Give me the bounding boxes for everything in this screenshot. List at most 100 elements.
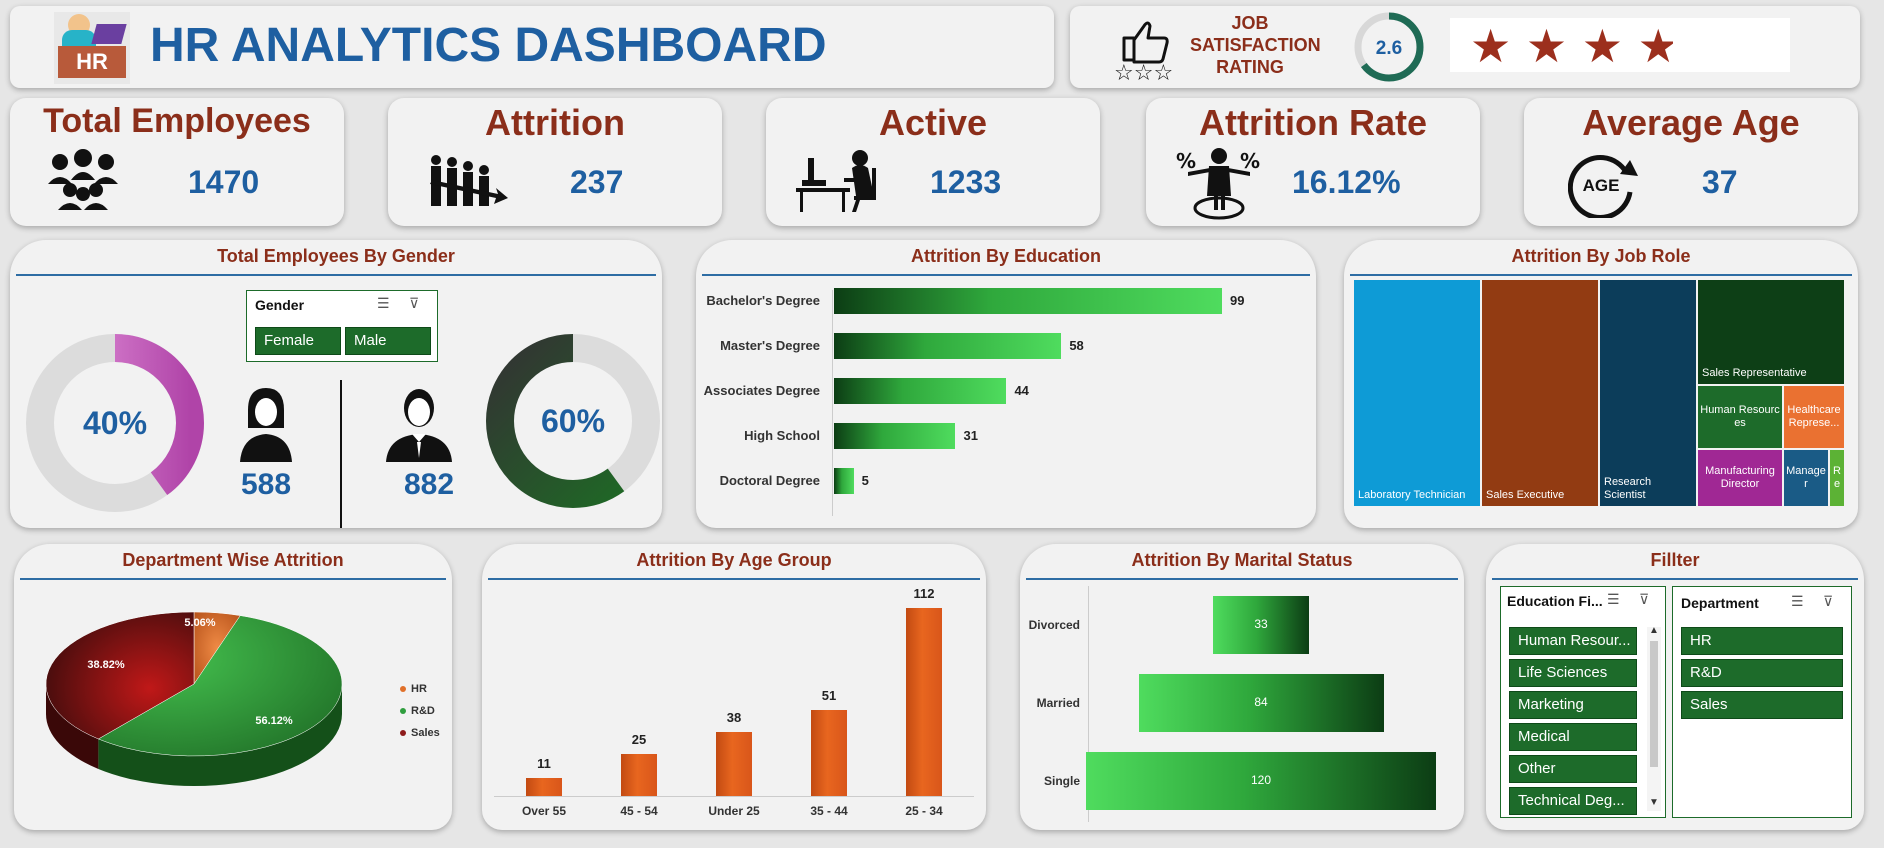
- clear-filter-icon[interactable]: ⊽: [1639, 591, 1649, 608]
- slicer-option-female[interactable]: Female: [255, 327, 341, 355]
- category-label: Over 55: [521, 804, 567, 818]
- filter-panel: Fillter Education Fi... ☰ ⊽ Human Resour…: [1486, 544, 1864, 830]
- hr-logo: HR: [54, 12, 130, 84]
- column: [906, 608, 942, 796]
- treemap-tile: Human Resources: [1698, 386, 1782, 448]
- category-label: Doctoral Degree: [719, 473, 820, 488]
- data-label: 11: [537, 755, 551, 771]
- kpi-value: 1233: [930, 164, 1002, 200]
- category-label: 25 - 34: [905, 804, 943, 818]
- male-donut: 60%: [486, 334, 660, 508]
- treemap-tile: Sales Representative: [1698, 280, 1844, 384]
- bar: [834, 378, 1007, 404]
- male-count: 882: [403, 468, 455, 501]
- kpi-average-age: Average Age AGE 37: [1524, 98, 1858, 226]
- kpi-attrition: Attrition 237: [388, 98, 722, 226]
- treemap-tile: Healthcare Represe...: [1784, 386, 1844, 448]
- slicer-title: Education Fi...: [1507, 593, 1603, 609]
- bar: [834, 333, 1062, 359]
- treemap-tile: Re: [1830, 450, 1844, 506]
- treemap-tile: Sales Executive: [1482, 280, 1598, 506]
- title-divider: [1350, 274, 1852, 276]
- slicer-scrollbar[interactable]: ▲ ▼: [1647, 625, 1661, 811]
- panel-title: Fillter: [1650, 550, 1700, 570]
- slicer-option[interactable]: Technical Deg...: [1509, 787, 1637, 815]
- jobrole-treemap: Laboratory Technician Sales Executive Rese…: [1354, 280, 1848, 520]
- gender-panel: Total Employees By Gender Gender ☰ ⊽ Fem…: [10, 240, 662, 528]
- kpi-value: 237: [570, 164, 624, 200]
- category-label: Under 25: [708, 804, 760, 818]
- tile-label: Sales Representative: [1702, 367, 1807, 379]
- department-panel: Department Wise Attrition 5.06% 56.12% 38.…: [14, 544, 452, 830]
- data-label: 58: [1069, 338, 1084, 353]
- tile-label: Re: [1833, 465, 1841, 490]
- treemap-tile: Manager: [1784, 450, 1828, 506]
- panel-title: Total Employees By Gender: [217, 246, 455, 266]
- slicer-option[interactable]: Medical: [1509, 723, 1637, 751]
- department-slicer: Department ☰ ⊽ HR R&D Sales: [1672, 586, 1852, 818]
- data-label: 84: [1254, 695, 1268, 709]
- scroll-thumb[interactable]: [1650, 641, 1658, 767]
- svg-text:☆☆☆: ☆☆☆: [1114, 61, 1173, 84]
- column: [811, 710, 847, 796]
- clear-filter-icon[interactable]: ⊽: [1823, 593, 1833, 610]
- tile-label: Research Scientist: [1604, 476, 1652, 501]
- category-label: Divorced: [1028, 618, 1080, 632]
- data-label: 112: [913, 586, 935, 601]
- star-rating-fill: ★ ★ ★ ★ ★: [1470, 24, 1673, 68]
- marital-panel: Attrition By Marital Status 33 Divorced 84…: [1020, 544, 1464, 830]
- legend-label: R&D: [411, 705, 435, 717]
- category-label: 35 - 44: [810, 804, 848, 818]
- treemap-tile: Manufacturing Director: [1698, 450, 1782, 506]
- gender-slicer: Gender ☰ ⊽ Female Male: [246, 290, 438, 362]
- svg-text:%: %: [1240, 149, 1260, 173]
- female-donut: 40%: [26, 334, 204, 512]
- kpi-label: Active: [878, 102, 988, 143]
- bar: [834, 423, 956, 449]
- title-divider: [16, 274, 656, 276]
- slicer-option[interactable]: R&D: [1681, 659, 1843, 687]
- age-cycle-icon: AGE: [1568, 155, 1638, 218]
- scroll-down-icon[interactable]: ▼: [1649, 797, 1659, 808]
- category-label: Bachelor's Degree: [706, 293, 820, 308]
- kpi-label: Total Employees: [43, 102, 311, 140]
- legend-item: R&D: [400, 700, 440, 722]
- column: [716, 732, 752, 796]
- slicer-option-male[interactable]: Male: [345, 327, 431, 355]
- kpi-label: Attrition: [485, 102, 625, 143]
- tile-label: Human Resources: [1700, 404, 1780, 429]
- panel-title: Department Wise Attrition: [122, 550, 344, 570]
- data-label: 51: [821, 688, 837, 704]
- treemap-tile: Research Scientist: [1600, 280, 1696, 506]
- job-sat-value: 2.6: [1376, 38, 1402, 59]
- department-pie-chart: 5.06% 56.12% 38.82%: [45, 611, 343, 786]
- slicer-option[interactable]: Human Resour...: [1509, 627, 1637, 655]
- slicer-option[interactable]: Other: [1509, 755, 1637, 783]
- data-label: 44: [1014, 383, 1029, 398]
- slicer-option[interactable]: HR: [1681, 627, 1843, 655]
- multi-select-icon[interactable]: ☰: [1607, 591, 1620, 608]
- slice-label: 56.12%: [255, 715, 293, 727]
- clear-filter-icon[interactable]: ⊽: [409, 295, 419, 312]
- star-rating: ★ ★ ★ ★ ★: [1450, 18, 1790, 72]
- slicer-option[interactable]: Life Sciences: [1509, 659, 1637, 687]
- panel-title: Attrition By Job Role: [1511, 246, 1691, 266]
- slicer-option[interactable]: Sales: [1681, 691, 1843, 719]
- tile-label: Healthcare Represe...: [1787, 404, 1841, 429]
- people-leaving-icon: [430, 155, 508, 206]
- dashboard-title: HR ANALYTICS DASHBOARD: [150, 19, 827, 72]
- education-bar-chart: Bachelor's Degree 99 Master's Degree 58 Asso…: [696, 240, 1316, 528]
- education-panel: Attrition By Education Bachelor's Degree…: [696, 240, 1316, 528]
- kpi-value: 1470: [188, 164, 260, 200]
- job-satisfaction-panel: ☆☆☆ JOB SATISFACTION RATING 2.6 ★ ★ ★ ★ …: [1070, 6, 1860, 88]
- scroll-up-icon[interactable]: ▲: [1649, 625, 1659, 636]
- people-group-icon: [48, 149, 118, 210]
- female-count: 588: [240, 468, 292, 501]
- multi-select-icon[interactable]: ☰: [1791, 593, 1804, 610]
- kpi-value: 37: [1702, 164, 1738, 200]
- slicer-option[interactable]: Marketing: [1509, 691, 1637, 719]
- multi-select-icon[interactable]: ☰: [377, 295, 390, 312]
- category-label: Master's Degree: [720, 338, 820, 353]
- slice-label: 5.06%: [184, 617, 215, 629]
- tile-label: Laboratory Technician: [1358, 489, 1466, 501]
